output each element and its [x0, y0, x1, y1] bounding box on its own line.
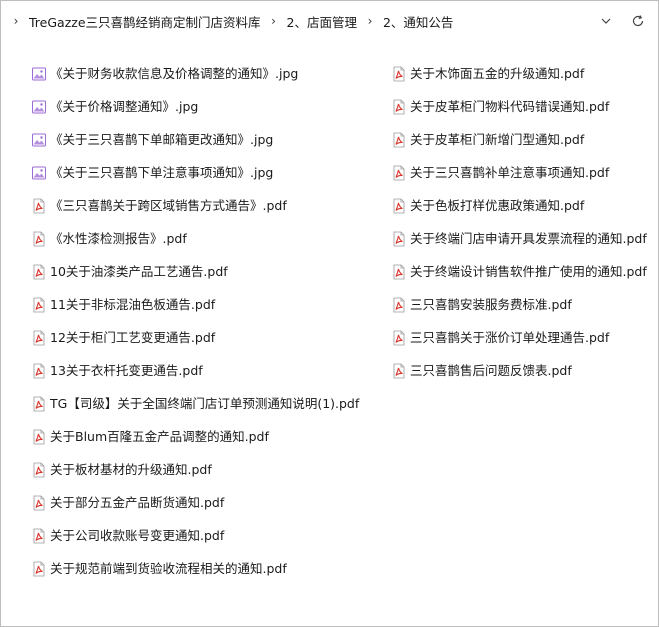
image-file-icon: [32, 100, 46, 113]
pdf-file-icon: [33, 528, 45, 543]
pdf-file-icon: [33, 198, 45, 213]
pdf-file-icon: [33, 363, 45, 378]
pdf-file-icon: [393, 165, 405, 180]
file-item[interactable]: 《关于三只喜鹊下单注意事项通知》.jpg: [31, 156, 359, 189]
file-item[interactable]: 关于皮革柜门物料代码错误通知.pdf: [391, 90, 647, 123]
pdf-file-icon: [33, 495, 45, 510]
file-item[interactable]: 三只喜鹊安装服务费标准.pdf: [391, 288, 647, 321]
file-item[interactable]: 三只喜鹊售后问题反馈表.pdf: [391, 354, 647, 387]
file-item[interactable]: 三只喜鹊关于涨价订单处理通告.pdf: [391, 321, 647, 354]
pdf-file-icon: [33, 396, 45, 411]
file-name: 《水性漆检测报告》.pdf: [50, 230, 187, 246]
file-name: 关于色板打样优惠政策通知.pdf: [410, 197, 585, 213]
file-name: 关于板材基材的升级通知.pdf: [50, 461, 212, 477]
image-file-icon: [32, 133, 46, 146]
file-name: 关于木饰面五金的升级通知.pdf: [410, 65, 585, 81]
file-name: TG【司级】关于全国终端门店订单预测通知说明(1).pdf: [50, 395, 360, 411]
file-name: 关于皮革柜门新增门型通知.pdf: [410, 131, 585, 147]
chevron-right-icon[interactable]: ›: [7, 14, 25, 28]
pdf-file-icon: [393, 363, 405, 378]
chevron-right-icon[interactable]: ›: [265, 14, 283, 28]
pdf-file-icon: [393, 66, 405, 81]
breadcrumb: › TreGazze三只喜鹊经销商定制门店资料库 › 2、店面管理 › 2、通知…: [1, 12, 457, 31]
file-name: 关于Blum百隆五金产品调整的通知.pdf: [50, 428, 269, 444]
file-item[interactable]: 关于色板打样优惠政策通知.pdf: [391, 189, 647, 222]
file-item[interactable]: 《关于三只喜鹊下单邮箱更改通知》.jpg: [31, 123, 359, 156]
pdf-file-icon: [33, 462, 45, 477]
address-bar[interactable]: › TreGazze三只喜鹊经销商定制门店资料库 › 2、店面管理 › 2、通知…: [1, 1, 658, 41]
file-item[interactable]: 关于部分五金产品断货通知.pdf: [31, 486, 359, 519]
file-item[interactable]: 《关于财务收款信息及价格调整的通知》.jpg: [31, 57, 359, 90]
file-item[interactable]: 关于公司收款账号变更通知.pdf: [31, 519, 359, 552]
explorer-window: › TreGazze三只喜鹊经销商定制门店资料库 › 2、店面管理 › 2、通知…: [0, 0, 659, 627]
file-name: 三只喜鹊售后问题反馈表.pdf: [410, 362, 572, 378]
file-name: 10关于油漆类产品工艺通告.pdf: [50, 263, 228, 279]
file-name: 关于三只喜鹊补单注意事项通知.pdf: [410, 164, 610, 180]
image-file-icon: [32, 166, 46, 179]
pdf-file-icon: [393, 264, 405, 279]
file-item[interactable]: 关于木饰面五金的升级通知.pdf: [391, 57, 647, 90]
file-name: 关于终端设计销售软件推广使用的通知.pdf: [410, 263, 647, 279]
file-name: 《三只喜鹊关于跨区域销售方式通告》.pdf: [50, 197, 287, 213]
file-item[interactable]: 12关于柜门工艺变更通告.pdf: [31, 321, 359, 354]
pdf-file-icon: [33, 297, 45, 312]
file-name: 关于部分五金产品断货通知.pdf: [50, 494, 225, 510]
file-item[interactable]: 关于三只喜鹊补单注意事项通知.pdf: [391, 156, 647, 189]
pdf-file-icon: [393, 132, 405, 147]
file-name: 13关于衣杆托变更通告.pdf: [50, 362, 203, 378]
file-column-left: 《关于财务收款信息及价格调整的通知》.jpg 《关于价格调整通知》.jpg 《关于三…: [31, 57, 359, 585]
file-name: 三只喜鹊关于涨价订单处理通告.pdf: [410, 329, 610, 345]
file-name: 12关于柜门工艺变更通告.pdf: [50, 329, 216, 345]
breadcrumb-item-notices[interactable]: 2、通知公告: [379, 12, 457, 31]
file-item[interactable]: 关于规范前端到货验收流程相关的通知.pdf: [31, 552, 359, 585]
chevron-down-icon[interactable]: [596, 11, 616, 31]
file-name: 关于终端门店申请开具发票流程的通知.pdf: [410, 230, 647, 246]
file-item[interactable]: 关于板材基材的升级通知.pdf: [31, 453, 359, 486]
pdf-file-icon: [33, 264, 45, 279]
file-item[interactable]: 10关于油漆类产品工艺通告.pdf: [31, 255, 359, 288]
pdf-file-icon: [33, 330, 45, 345]
pdf-file-icon: [393, 231, 405, 246]
pdf-file-icon: [393, 99, 405, 114]
file-name: 《关于财务收款信息及价格调整的通知》.jpg: [50, 65, 299, 81]
pdf-file-icon: [33, 231, 45, 246]
refresh-icon[interactable]: [628, 11, 648, 31]
pdf-file-icon: [393, 198, 405, 213]
file-list: 《关于财务收款信息及价格调整的通知》.jpg 《关于价格调整通知》.jpg 《关于三…: [1, 57, 658, 617]
file-item[interactable]: 13关于衣杆托变更通告.pdf: [31, 354, 359, 387]
file-item[interactable]: 关于终端设计销售软件推广使用的通知.pdf: [391, 255, 647, 288]
file-name: 《关于三只喜鹊下单邮箱更改通知》.jpg: [50, 131, 274, 147]
file-name: 11关于非标混油色板通告.pdf: [50, 296, 216, 312]
breadcrumb-item-store-management[interactable]: 2、店面管理: [283, 12, 361, 31]
file-name: 关于皮革柜门物料代码错误通知.pdf: [410, 98, 610, 114]
file-item[interactable]: 《三只喜鹊关于跨区域销售方式通告》.pdf: [31, 189, 359, 222]
file-name: 关于公司收款账号变更通知.pdf: [50, 527, 225, 543]
breadcrumb-item-root[interactable]: TreGazze三只喜鹊经销商定制门店资料库: [25, 12, 265, 31]
file-item[interactable]: TG【司级】关于全国终端门店订单预测通知说明(1).pdf: [31, 387, 359, 420]
file-name: 三只喜鹊安装服务费标准.pdf: [410, 296, 572, 312]
pdf-file-icon: [33, 561, 45, 576]
pdf-file-icon: [393, 297, 405, 312]
file-item[interactable]: 关于皮革柜门新增门型通知.pdf: [391, 123, 647, 156]
pdf-file-icon: [33, 429, 45, 444]
file-name: 《关于三只喜鹊下单注意事项通知》.jpg: [50, 164, 274, 180]
file-column-right: 关于木饰面五金的升级通知.pdf 关于皮革柜门物料代码错误通知.pdf 关于皮革柜门…: [391, 57, 647, 387]
file-name: 关于规范前端到货验收流程相关的通知.pdf: [50, 560, 287, 576]
file-name: 《关于价格调整通知》.jpg: [50, 98, 199, 114]
file-item[interactable]: 11关于非标混油色板通告.pdf: [31, 288, 359, 321]
image-file-icon: [32, 67, 46, 80]
file-item[interactable]: 《水性漆检测报告》.pdf: [31, 222, 359, 255]
file-item[interactable]: 《关于价格调整通知》.jpg: [31, 90, 359, 123]
pdf-file-icon: [393, 330, 405, 345]
file-item[interactable]: 关于Blum百隆五金产品调整的通知.pdf: [31, 420, 359, 453]
file-item[interactable]: 关于终端门店申请开具发票流程的通知.pdf: [391, 222, 647, 255]
chevron-right-icon[interactable]: ›: [361, 14, 379, 28]
